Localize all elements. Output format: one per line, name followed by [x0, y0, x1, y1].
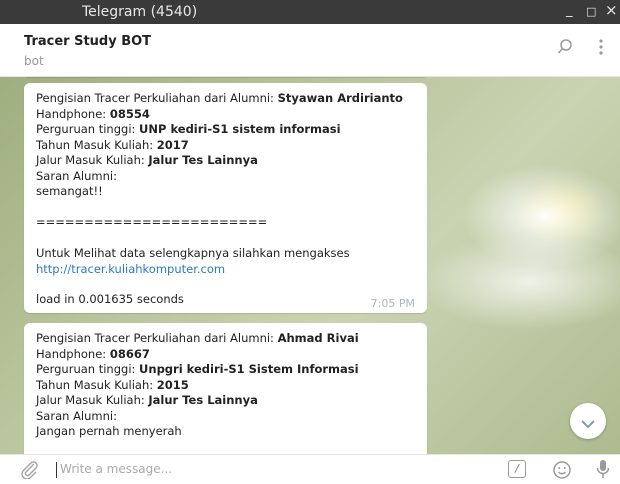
message-composer: Write a message... / [0, 454, 620, 483]
attach-icon[interactable] [20, 461, 40, 483]
maximize-button[interactable]: □ [586, 5, 596, 18]
message-path-line: Jalur Masuk Kuliah: Jalur Tes Lainnya [36, 393, 258, 407]
scroll-down-icon [580, 415, 596, 434]
scroll-down-button[interactable] [570, 403, 606, 439]
message-phone-line: Handphone: 08554 [36, 106, 150, 121]
chat-status: bot [24, 54, 44, 68]
chat-history[interactable]: Pengisian Tracer Perkuliahan dari Alumni… [0, 77, 620, 454]
message-more-text: Untuk Melihat data selengkapnya silahkan… [36, 246, 350, 260]
message-path-line: Jalur Masuk Kuliah: Jalur Tes Lainnya [36, 153, 258, 167]
message-year-line: Tahun Masuk Kuliah: 2017 [36, 137, 189, 152]
message-year-line: Tahun Masuk Kuliah: 2015 [36, 377, 189, 392]
chat-header: Tracer Study BOT bot [0, 24, 620, 77]
alumni-name: Ahmad Rivai [277, 331, 359, 345]
command-icon[interactable]: / [508, 460, 526, 478]
message-university-line: Perguruan tinggi: UNP kediri-S1 sistem i… [36, 122, 341, 136]
tracer-link[interactable]: http://tracer.kuliahkomputer.com [36, 262, 225, 278]
mic-icon[interactable] [596, 458, 610, 484]
more-vert-icon[interactable] [598, 38, 604, 60]
message-input[interactable]: Write a message... [60, 462, 172, 476]
message-university-line: Perguruan tinggi: Unpgri kediri-S1 Siste… [36, 362, 359, 376]
message-phone-line: Handphone: 08667 [36, 346, 150, 361]
message-advice-label: Saran Alumni: [36, 408, 117, 423]
text-caret [56, 462, 57, 478]
message-time: 7:05 PM [370, 297, 415, 310]
message-intro-line: Pengisian Tracer Perkuliahan dari Alumni… [36, 331, 359, 345]
search-icon[interactable] [556, 38, 574, 60]
message-advice-label: Saran Alumni: [36, 168, 117, 183]
message-bubble[interactable]: Pengisian Tracer Perkuliahan dari Alumni… [24, 83, 427, 313]
chat-title[interactable]: Tracer Study BOT [24, 34, 151, 49]
close-button[interactable]: × [605, 1, 618, 19]
window-titlebar: Telegram (4540) _ □ × [0, 0, 620, 24]
alumni-name: Styawan Ardirianto [277, 91, 403, 105]
message-intro-line: Pengisian Tracer Perkuliahan dari Alumni… [36, 91, 403, 105]
emoji-icon[interactable] [552, 460, 572, 484]
message-load-time: load in 0.001635 seconds [36, 292, 184, 306]
message-advice: Jangan pernah menyerah [36, 424, 182, 438]
message-bubble[interactable]: Pengisian Tracer Perkuliahan dari Alumni… [24, 323, 427, 454]
window-title: Telegram (4540) [82, 4, 198, 20]
message-separator: ======================== [36, 215, 268, 229]
message-advice: semangat!! [36, 184, 103, 198]
minimize-button[interactable]: _ [566, 3, 573, 18]
